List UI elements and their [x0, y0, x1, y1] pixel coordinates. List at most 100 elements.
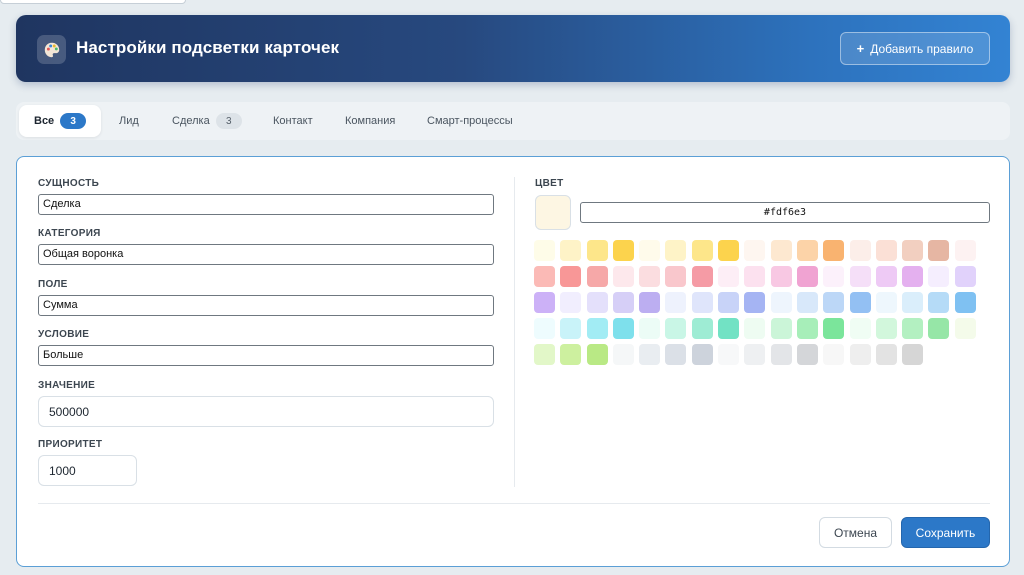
color-swatch[interactable] — [954, 292, 976, 313]
color-swatch[interactable] — [718, 266, 740, 287]
color-swatch[interactable] — [744, 240, 766, 261]
value-input[interactable]: 500000 — [38, 396, 494, 427]
color-swatch[interactable] — [744, 318, 766, 339]
priority-input[interactable]: 1000 — [38, 455, 137, 486]
color-swatch[interactable] — [875, 266, 897, 287]
color-swatch[interactable] — [718, 292, 740, 313]
color-swatch[interactable] — [534, 266, 555, 287]
color-swatch[interactable] — [639, 266, 661, 287]
color-swatch[interactable] — [612, 240, 634, 261]
color-swatch[interactable] — [639, 240, 661, 261]
color-swatch[interactable] — [875, 318, 897, 339]
color-swatch[interactable] — [928, 318, 950, 339]
color-swatch[interactable] — [691, 318, 713, 339]
color-swatch[interactable] — [639, 318, 661, 339]
color-swatch[interactable] — [796, 318, 818, 339]
tab-smart-processes[interactable]: Смарт-процессы — [412, 105, 528, 137]
save-button[interactable]: Сохранить — [901, 517, 990, 548]
color-swatch[interactable] — [770, 240, 792, 261]
category-select[interactable]: Общая воронка — [38, 244, 494, 265]
color-swatch[interactable] — [849, 240, 871, 261]
color-swatch[interactable] — [823, 318, 845, 339]
color-swatch[interactable] — [560, 266, 582, 287]
color-swatch[interactable] — [770, 318, 792, 339]
color-swatch[interactable] — [612, 344, 634, 365]
color-swatch[interactable] — [665, 292, 687, 313]
color-swatch[interactable] — [665, 266, 687, 287]
color-swatch[interactable] — [534, 240, 555, 261]
color-swatch[interactable] — [639, 292, 661, 313]
color-swatch[interactable] — [691, 344, 713, 365]
color-swatch[interactable] — [796, 266, 818, 287]
color-swatch[interactable] — [534, 344, 555, 365]
color-swatch[interactable] — [796, 344, 818, 365]
color-swatch[interactable] — [612, 266, 634, 287]
color-swatch[interactable] — [902, 240, 924, 261]
color-swatch[interactable] — [718, 318, 740, 339]
color-swatch[interactable] — [560, 292, 582, 313]
tab-contact[interactable]: Контакт — [258, 105, 328, 137]
color-swatch[interactable] — [902, 318, 924, 339]
color-swatch[interactable] — [534, 318, 555, 339]
color-swatch[interactable] — [586, 240, 608, 261]
color-swatch[interactable] — [875, 240, 897, 261]
color-swatch[interactable] — [718, 240, 740, 261]
color-swatch[interactable] — [849, 266, 871, 287]
color-swatch[interactable] — [744, 292, 766, 313]
entity-select[interactable]: Сделка — [38, 194, 494, 215]
color-swatch[interactable] — [902, 344, 924, 365]
color-swatch[interactable] — [560, 318, 582, 339]
color-swatch[interactable] — [586, 344, 608, 365]
color-swatch[interactable] — [691, 266, 713, 287]
color-swatch[interactable] — [796, 292, 818, 313]
color-swatch[interactable] — [823, 344, 845, 365]
color-swatch[interactable] — [823, 292, 845, 313]
hex-color-input[interactable]: #fdf6e3 — [580, 202, 990, 223]
color-swatch[interactable] — [691, 292, 713, 313]
color-swatch[interactable] — [770, 266, 792, 287]
color-swatch[interactable] — [639, 344, 661, 365]
color-swatch[interactable] — [875, 344, 897, 365]
color-swatch[interactable] — [612, 318, 634, 339]
color-swatch[interactable] — [560, 344, 582, 365]
color-swatch[interactable] — [560, 240, 582, 261]
color-swatch[interactable] — [534, 292, 555, 313]
condition-select[interactable]: Больше — [38, 345, 494, 366]
color-swatch[interactable] — [586, 318, 608, 339]
color-swatch[interactable] — [586, 266, 608, 287]
color-swatch[interactable] — [954, 266, 976, 287]
color-swatch[interactable] — [928, 292, 950, 313]
color-swatch[interactable] — [875, 292, 897, 313]
color-swatch[interactable] — [849, 292, 871, 313]
color-swatch[interactable] — [691, 240, 713, 261]
color-swatch[interactable] — [744, 266, 766, 287]
color-swatch[interactable] — [823, 266, 845, 287]
color-swatch[interactable] — [928, 266, 950, 287]
color-swatch[interactable] — [665, 240, 687, 261]
plus-icon: + — [856, 41, 865, 56]
tab-all[interactable]: Все 3 — [19, 105, 101, 137]
color-swatch[interactable] — [849, 344, 871, 365]
tab-lead[interactable]: Лид — [104, 105, 154, 137]
tab-deal[interactable]: Сделка 3 — [157, 105, 257, 137]
color-swatch[interactable] — [928, 240, 950, 261]
tab-company[interactable]: Компания — [330, 105, 410, 137]
color-swatch[interactable] — [770, 292, 792, 313]
color-swatch[interactable] — [796, 240, 818, 261]
color-swatch[interactable] — [586, 292, 608, 313]
color-swatch[interactable] — [612, 292, 634, 313]
color-swatch[interactable] — [902, 266, 924, 287]
color-swatch[interactable] — [770, 344, 792, 365]
color-swatch[interactable] — [954, 240, 976, 261]
color-swatch[interactable] — [665, 344, 687, 365]
add-rule-button[interactable]: + Добавить правило — [840, 32, 990, 65]
color-swatch[interactable] — [902, 292, 924, 313]
cancel-button[interactable]: Отмена — [819, 517, 892, 548]
color-swatch[interactable] — [718, 344, 740, 365]
color-swatch[interactable] — [665, 318, 687, 339]
color-swatch[interactable] — [849, 318, 871, 339]
color-swatch[interactable] — [954, 318, 976, 339]
field-select[interactable]: Сумма — [38, 295, 494, 316]
color-swatch[interactable] — [823, 240, 845, 261]
color-swatch[interactable] — [744, 344, 766, 365]
